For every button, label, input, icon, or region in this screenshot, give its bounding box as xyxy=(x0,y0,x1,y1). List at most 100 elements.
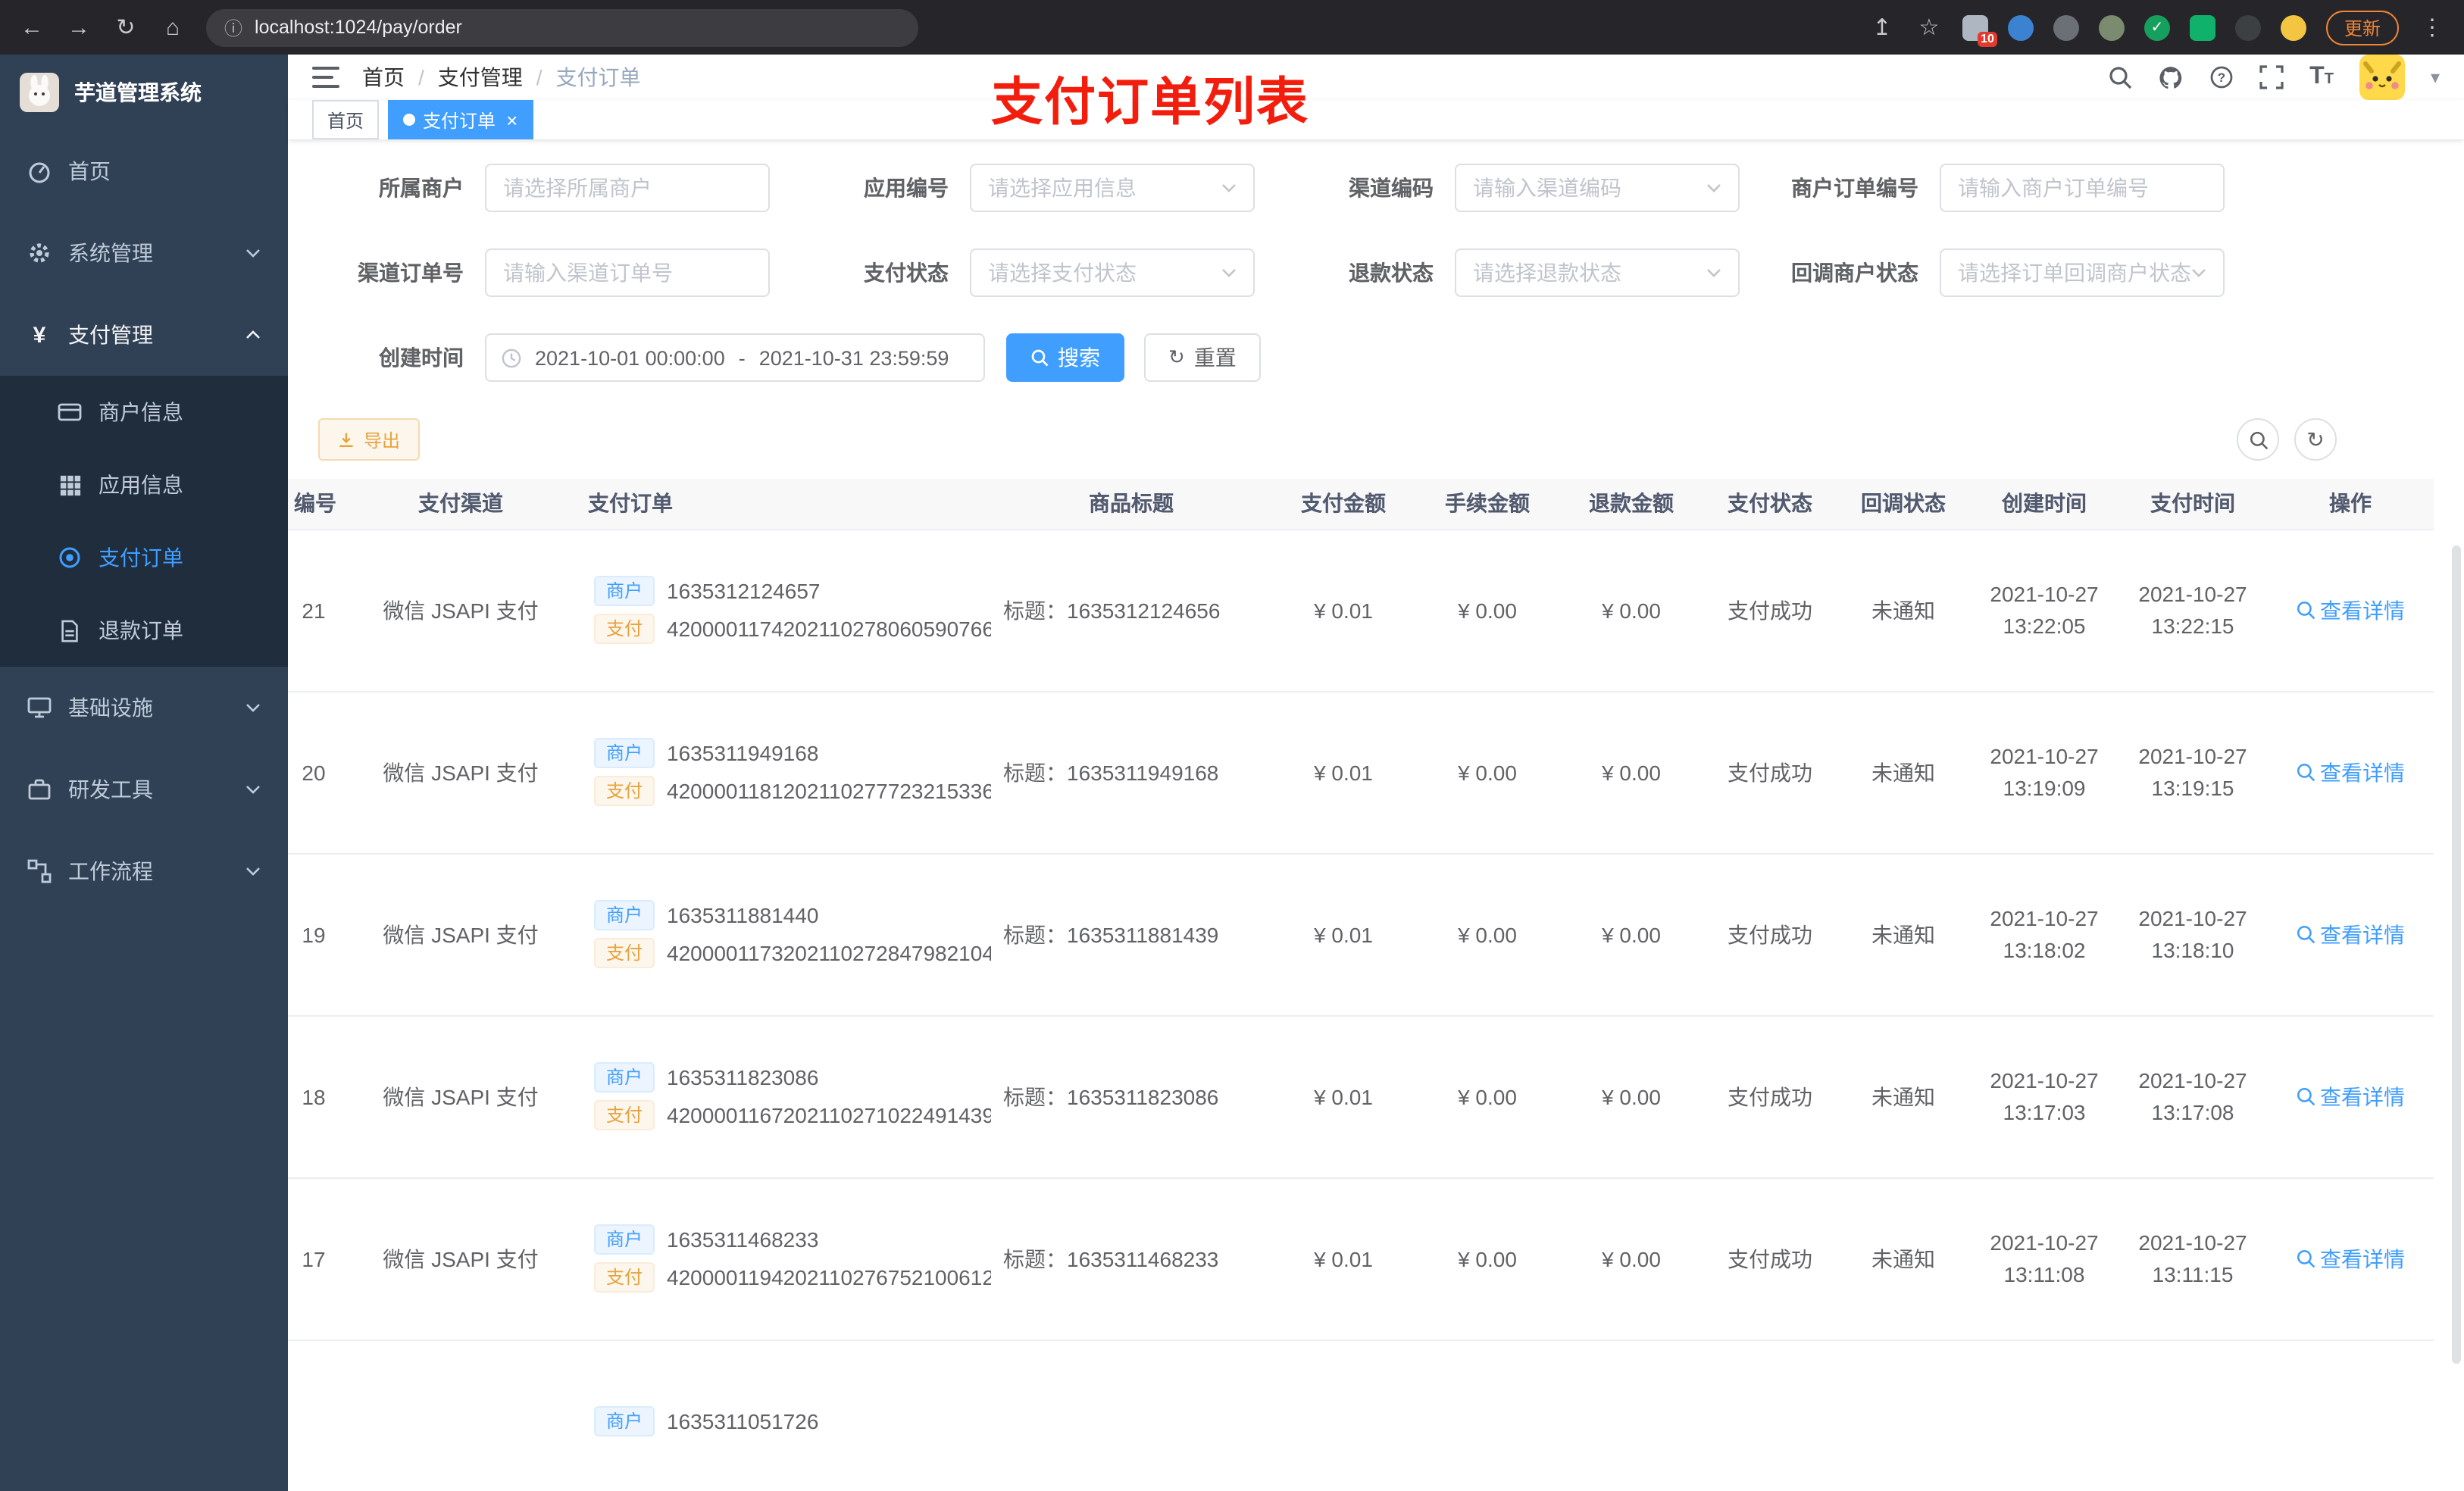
sidebar-item-merchant-info[interactable]: 商户信息 xyxy=(0,376,288,449)
merchant-order-line: 商户 1635311823086 xyxy=(594,1062,979,1092)
extension-icon-7[interactable] xyxy=(2234,14,2261,40)
sidebar-item-infra[interactable]: 基础设施 xyxy=(0,667,288,749)
field-label: 应用编号 xyxy=(864,176,949,200)
fee-amount-cell: ¥ 0.00 xyxy=(1415,691,1559,854)
select-placeholder: 请输入渠道编码 xyxy=(1473,176,1621,200)
tab-home[interactable]: 首页 xyxy=(312,100,380,139)
field-label: 渠道编码 xyxy=(1349,176,1434,200)
help-icon[interactable]: ? xyxy=(2209,65,2234,89)
breadcrumb-home[interactable]: 首页 xyxy=(362,62,405,92)
sidebar-item-payment[interactable]: ¥ 支付管理 xyxy=(0,294,288,376)
channel-order-no-input[interactable] xyxy=(485,248,770,297)
hamburger-icon[interactable] xyxy=(312,65,339,89)
view-detail-link[interactable]: 查看详情 xyxy=(2296,1243,2405,1274)
font-size-icon[interactable]: TT xyxy=(2309,64,2334,91)
avatar[interactable] xyxy=(2359,55,2405,100)
share-icon[interactable] xyxy=(1868,14,1896,41)
breadcrumb-payment[interactable]: 支付管理 xyxy=(438,62,523,92)
browser-menu-icon[interactable] xyxy=(2419,14,2446,41)
merchant-input[interactable] xyxy=(485,164,770,212)
order-id-cell: 18 xyxy=(288,1015,339,1178)
extension-icon-8[interactable] xyxy=(2280,14,2306,40)
filter-pay-status: 支付状态 请选择支付状态 xyxy=(803,248,1255,297)
date-range-picker[interactable]: 2021-10-01 00:00:00 - 2021-10-31 23:59:5… xyxy=(485,333,985,382)
channel-code-select[interactable]: 请输入渠道编码 xyxy=(1455,164,1740,212)
site-info-icon[interactable] xyxy=(224,14,242,40)
pay-time-cell: 2021-10-27 13:17:08 xyxy=(2118,1015,2267,1178)
sidebar-item-pay-order[interactable]: 支付订单 xyxy=(0,521,288,594)
pay-order-cell: 商户 1635311823086 支付 42000011672021102710… xyxy=(582,1015,991,1178)
document-icon xyxy=(58,618,82,642)
fee-amount-cell: ¥ 0.00 xyxy=(1415,1015,1559,1178)
product-title-cell: 标题：1635311949168 xyxy=(991,691,1271,854)
pay-time: 13:11:15 xyxy=(2152,1261,2234,1286)
chevron-down-icon xyxy=(245,700,261,715)
reset-button[interactable]: 重置 xyxy=(1144,333,1261,382)
check-icon: ✓ xyxy=(2150,19,2164,36)
browser-back-icon[interactable] xyxy=(18,14,45,40)
col-id: 编号 xyxy=(288,479,339,530)
view-detail-link[interactable]: 查看详情 xyxy=(2296,757,2405,787)
github-icon[interactable] xyxy=(2158,64,2184,90)
col-actions: 操作 xyxy=(2267,479,2434,530)
app-id-select[interactable]: 请选择应用信息 xyxy=(970,164,1255,212)
refresh-button[interactable] xyxy=(2294,418,2337,461)
view-detail-link[interactable]: 查看详情 xyxy=(2296,919,2405,949)
refund-amount-cell: ¥ 0.00 xyxy=(1559,1177,1703,1340)
field-label: 回调商户状态 xyxy=(1791,261,1918,285)
extension-icon-1[interactable]: 10 xyxy=(1962,14,1997,46)
breadcrumb-separator: / xyxy=(418,65,424,89)
field-label: 所属商户 xyxy=(379,176,464,200)
sidebar-item-app-info[interactable]: 应用信息 xyxy=(0,449,288,521)
pay-status-select[interactable]: 请选择支付状态 xyxy=(970,248,1255,297)
view-detail-link[interactable]: 查看详情 xyxy=(2296,595,2405,625)
browser-forward-icon[interactable] xyxy=(65,14,92,40)
close-icon[interactable] xyxy=(506,108,518,131)
pay-order-cell: 商户 1635311051726 xyxy=(582,1339,991,1491)
actions-cell xyxy=(2267,1339,2434,1491)
sidebar-item-label: 支付管理 xyxy=(68,323,153,347)
browser-reload-icon[interactable] xyxy=(112,14,139,41)
extension-icon-4[interactable] xyxy=(2098,14,2125,40)
sidebar-item-devtools[interactable]: 研发工具 xyxy=(0,749,288,830)
page-content: 所属商户 应用编号 请选择应用信息 渠道编码 请输入渠道编码 xyxy=(288,139,2464,1491)
merchant-order-no: 1635311051726 xyxy=(667,1408,819,1433)
merchant-order-no-input[interactable] xyxy=(1940,164,2225,212)
view-detail-link[interactable]: 查看详情 xyxy=(2296,1081,2405,1111)
search-button[interactable]: 搜索 xyxy=(1006,333,1124,382)
fullscreen-icon[interactable] xyxy=(2259,65,2284,89)
sidebar-item-workflow[interactable]: 工作流程 xyxy=(0,830,288,912)
extension-icon-5[interactable]: ✓ xyxy=(2143,14,2170,40)
avatar-caret-icon[interactable] xyxy=(2431,64,2440,91)
merchant-tag: 商户 xyxy=(594,1062,655,1092)
scrollbar-thumb[interactable] xyxy=(2452,545,2461,1364)
browser-update-button[interactable]: 更新 xyxy=(2325,10,2399,45)
refund-status-select[interactable]: 请选择退款状态 xyxy=(1455,248,1740,297)
create-time-cell xyxy=(1970,1339,2118,1491)
chevron-down-icon xyxy=(1707,269,1721,277)
pay-time: 13:19:15 xyxy=(2151,775,2234,799)
tab-pay-order[interactable]: 支付订单 xyxy=(388,100,533,139)
address-bar[interactable]: localhost:1024/pay/order xyxy=(206,8,918,46)
extension-icon-6[interactable] xyxy=(2189,14,2215,40)
extension-icon-3[interactable] xyxy=(2053,14,2079,40)
col-fee: 手续金额 xyxy=(1415,479,1559,530)
chevron-down-icon xyxy=(1222,269,1236,277)
sidebar-item-system[interactable]: 系统管理 xyxy=(0,212,288,294)
refund-amount-cell: ¥ 0.00 xyxy=(1559,691,1703,854)
sidebar-item-refund-order[interactable]: 退款订单 xyxy=(0,594,288,667)
browser-home-icon[interactable] xyxy=(159,14,186,40)
refund-amount-cell: ¥ 0.00 xyxy=(1559,853,1703,1016)
actions-cell: 查看详情 xyxy=(2267,1015,2434,1178)
notify-status-select[interactable]: 请选择订单回调商户状态 xyxy=(1940,248,2225,297)
merchant-order-no: 1635311823086 xyxy=(667,1065,819,1089)
pay-amount-cell: ¥ 0.01 xyxy=(1271,529,1415,692)
extension-icon-2[interactable] xyxy=(2007,14,2034,40)
search-icon[interactable] xyxy=(2108,65,2132,89)
sidebar-item-home[interactable]: 首页 xyxy=(0,130,288,212)
export-button[interactable]: 导出 xyxy=(318,418,421,461)
url-text: localhost:1024/pay/order xyxy=(255,17,462,38)
bookmark-icon[interactable] xyxy=(1915,14,1943,41)
pay-order-no: 4200001174202110278060590766 xyxy=(667,617,991,641)
toggle-search-button[interactable] xyxy=(2237,418,2279,461)
